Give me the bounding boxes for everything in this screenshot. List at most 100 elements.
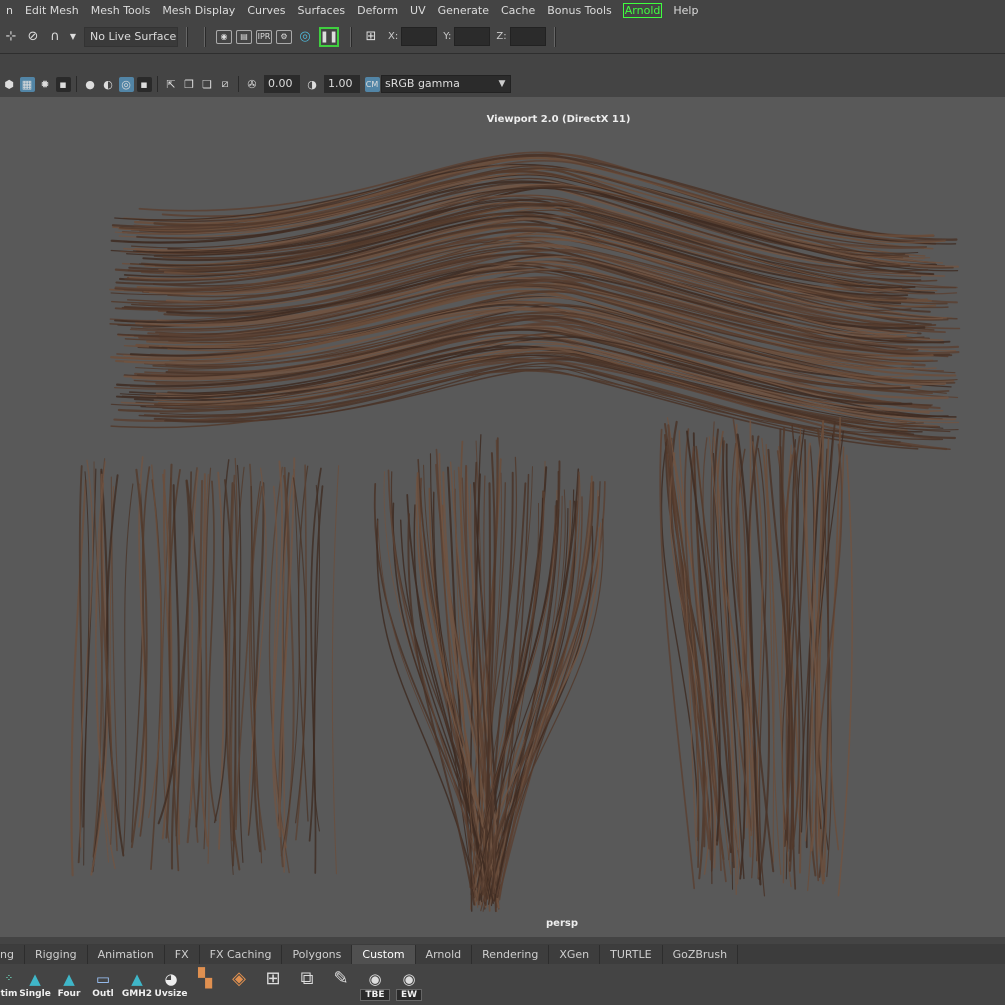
toolbar-gap — [0, 55, 1005, 72]
menu-bonus-tools[interactable]: Bonus Tools — [541, 4, 618, 17]
render-frame-icon[interactable]: ▤ — [236, 29, 252, 44]
shelf-button-uvsize[interactable]: ◕ Uvsize — [154, 969, 188, 1001]
menu-edit-mesh[interactable]: Edit Mesh — [19, 4, 85, 17]
magnet-icon[interactable]: ∩ — [46, 28, 64, 46]
eye-icon: ◉ — [368, 969, 382, 988]
shelf-button-pivot[interactable]: ⧉ — [291, 968, 323, 1001]
xray-joints-icon[interactable]: ❏ — [200, 77, 215, 92]
menu-cache[interactable]: Cache — [495, 4, 541, 17]
x-label: X: — [388, 31, 399, 42]
shelf-button-four[interactable]: ▲ Four — [53, 969, 85, 1001]
z-label: Z: — [496, 31, 507, 42]
hair-cards-scene[interactable] — [0, 97, 1005, 937]
camera-name-label: persp — [546, 918, 578, 929]
menu-curves[interactable]: Curves — [241, 4, 291, 17]
color-space-dropdown[interactable]: sRGB gamma ▼ — [381, 75, 511, 93]
tab-turtle[interactable]: TURTLE — [600, 945, 663, 964]
tab-fx[interactable]: FX — [164, 945, 200, 964]
gamma-field[interactable]: 1.00 — [324, 75, 360, 93]
tab-polygons[interactable]: Polygons — [282, 945, 353, 964]
motion-blur-icon[interactable]: ◐ — [101, 77, 116, 92]
z-field[interactable] — [509, 27, 546, 46]
shelf-button-outliner[interactable]: ▭ Outl — [87, 969, 119, 1001]
transform-grid-icon[interactable]: ⊞ — [362, 28, 380, 46]
tab-gozbrush[interactable]: GoZBrush — [662, 945, 739, 964]
viewport-renderer-label: Viewport 2.0 (DirectX 11) — [486, 114, 631, 125]
pause-icon[interactable]: ❚❚ — [319, 26, 339, 47]
color-space-value: sRGB gamma — [385, 77, 460, 90]
menu-mesh-tools[interactable]: Mesh Tools — [85, 4, 157, 17]
shelf-button-anim[interactable]: ⁘ tim — [1, 969, 18, 1001]
xray-icon[interactable]: ❐ — [182, 77, 197, 92]
separator — [350, 26, 352, 47]
hair-strand — [150, 479, 163, 870]
menu-help[interactable]: Help — [667, 4, 704, 17]
shelf-button-ew[interactable]: ◉ EW — [393, 969, 425, 1001]
shelf-button-paint[interactable]: ✎ — [325, 968, 357, 1001]
shelf-button-single[interactable]: ▲ Single — [19, 969, 51, 1001]
render-settings-icon[interactable]: ⚙ — [276, 29, 292, 44]
shelf-button-gmh2[interactable]: ▲ GMH2 — [121, 969, 153, 1001]
tab-rendering[interactable]: Rendering — [472, 945, 550, 964]
menu-generate[interactable]: Generate — [432, 4, 495, 17]
panel-toolbar: ⬢ ▦ ✹ ▪ ● ◐ ◎ ▪ ⇱ ❐ ❏ ⧄ ✇ 0.00 ◑ 1.00 CM… — [0, 72, 1005, 96]
maya-gmh2-icon: ▲ — [131, 969, 143, 988]
tab-xgen[interactable]: XGen — [549, 945, 601, 964]
hair-strand — [148, 464, 163, 819]
lights-icon[interactable]: ✹ — [38, 77, 53, 92]
ambient-occlusion-icon[interactable]: ● — [83, 77, 98, 92]
snap-view-icon[interactable]: ⊘ — [24, 28, 42, 46]
antialiasing-icon[interactable]: ◎ — [118, 76, 134, 92]
live-surface-field[interactable]: No Live Surface — [84, 26, 178, 47]
separator — [238, 76, 239, 92]
separator — [76, 76, 77, 92]
shelf-button-snap[interactable]: ◈ — [223, 968, 255, 1001]
snap-icon: ◈ — [232, 968, 246, 989]
y-field[interactable] — [454, 27, 491, 46]
shelf-button-layout[interactable]: ▚ — [189, 968, 221, 1001]
shelf: ⁘ tim ▲ Single ▲ Four ▭ Outl ▲ GMH2 ◕ Uv… — [0, 964, 1005, 1005]
y-label: Y: — [443, 31, 452, 42]
snap-curve-icon[interactable]: ⊹ — [2, 28, 20, 46]
tab-custom[interactable]: Custom — [352, 945, 416, 964]
ipr-render-icon[interactable]: IPR — [256, 29, 272, 44]
shelf-button-tbe[interactable]: ◉ TBE — [359, 969, 391, 1001]
render-view-icon[interactable]: ◉ — [216, 29, 232, 44]
shelf-button-label: Uvsize — [154, 988, 188, 999]
color-management-icon[interactable]: CM — [364, 76, 380, 92]
hypershade-icon[interactable]: ◎ — [296, 28, 314, 46]
chevron-down-icon[interactable]: ▼ — [68, 28, 78, 46]
menu-uv[interactable]: UV — [404, 4, 432, 17]
menu-deform[interactable]: Deform — [351, 4, 404, 17]
tab-arnold[interactable]: Arnold — [415, 945, 473, 964]
hair-strand — [122, 483, 134, 857]
x-field[interactable] — [401, 27, 438, 46]
eye-icon: ◉ — [402, 969, 416, 988]
viewport-panel[interactable]: Viewport 2.0 (DirectX 11) persp — [0, 97, 1005, 937]
exposure-icon[interactable]: ✇ — [245, 77, 260, 92]
isolate-select-icon[interactable]: ⇱ — [164, 77, 179, 92]
shadows-icon[interactable]: ▪ — [55, 76, 71, 92]
separator — [186, 26, 188, 47]
hair-clump-strands — [659, 417, 854, 897]
separator — [157, 76, 158, 92]
tab-partial[interactable]: ng — [0, 945, 25, 964]
exposure-field[interactable]: 0.00 — [264, 75, 300, 93]
shelf-button-label: Single — [19, 988, 51, 999]
pivot-icon: ⧉ — [300, 968, 314, 989]
textured-icon[interactable]: ▦ — [19, 76, 35, 92]
tab-fx-caching[interactable]: FX Caching — [199, 945, 283, 964]
wireframe-icon[interactable]: ⬢ — [2, 77, 17, 92]
gamma-icon[interactable]: ◑ — [305, 77, 320, 92]
uvsize-icon: ◕ — [164, 969, 178, 988]
shelf-button-grid[interactable]: ⊞ — [257, 968, 289, 1001]
menu-partial[interactable]: n — [0, 4, 19, 17]
xray-components-icon[interactable]: ⧄ — [218, 77, 233, 92]
menu-arnold[interactable]: Arnold — [622, 2, 663, 18]
tab-rigging[interactable]: Rigging — [24, 945, 88, 964]
depth-of-field-icon[interactable]: ▪ — [136, 76, 152, 92]
tab-animation[interactable]: Animation — [87, 945, 165, 964]
outliner-icon: ▭ — [95, 969, 111, 988]
menu-surfaces[interactable]: Surfaces — [292, 4, 352, 17]
menu-mesh-display[interactable]: Mesh Display — [156, 4, 241, 17]
